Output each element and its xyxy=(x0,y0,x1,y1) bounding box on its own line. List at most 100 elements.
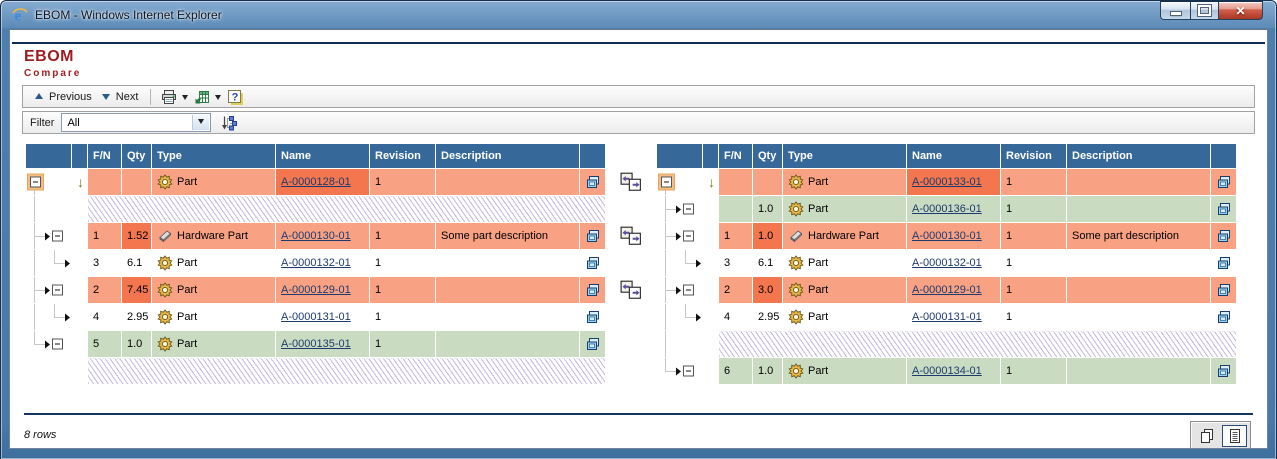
column-header-qty: Qty xyxy=(753,144,783,169)
triangle-icon xyxy=(676,367,681,375)
print-row-icon[interactable] xyxy=(1216,255,1232,271)
triangle-icon xyxy=(696,259,701,267)
bom-table-right: F/N Qty Type Name Revision Description ↓… xyxy=(656,143,1237,385)
part-icon xyxy=(788,363,804,379)
part-name-link[interactable]: A-0000131-01 xyxy=(912,311,982,323)
print-button[interactable] xyxy=(158,87,179,106)
column-header-fn: F/N xyxy=(88,144,122,169)
print-row-icon[interactable] xyxy=(1216,228,1232,244)
print-row-icon[interactable] xyxy=(1216,309,1232,325)
print-row-icon[interactable] xyxy=(585,309,601,325)
part-name-link[interactable]: A-0000132-01 xyxy=(912,257,982,269)
column-header-qty: Qty xyxy=(122,144,152,169)
page-top-divider xyxy=(12,42,1265,44)
print-dropdown-arrow[interactable] xyxy=(182,95,188,103)
part-name-link[interactable]: A-0000135-01 xyxy=(281,338,351,350)
part-icon xyxy=(157,174,173,190)
print-row-icon[interactable] xyxy=(585,282,601,298)
footer: 8 rows xyxy=(24,421,1251,449)
part-name-link[interactable]: A-0000132-01 xyxy=(281,257,351,269)
merge-row-button[interactable] xyxy=(620,172,642,192)
part-name-link[interactable]: A-0000130-01 xyxy=(912,230,982,242)
tree-column-header xyxy=(26,144,72,169)
rows-count: 8 rows xyxy=(24,429,56,441)
print-row-icon[interactable] xyxy=(585,255,601,271)
previous-button[interactable]: Previous xyxy=(30,90,97,104)
close-button[interactable]: ✕ xyxy=(1218,1,1263,20)
tree-collapse-toggle[interactable] xyxy=(676,285,694,296)
minus-box-icon xyxy=(683,231,694,242)
placeholder-row xyxy=(26,358,606,385)
page-header: EBOM Compare xyxy=(24,48,1267,79)
placeholder-row xyxy=(26,196,606,223)
print-row-icon[interactable] xyxy=(1216,363,1232,379)
part-icon xyxy=(788,201,804,217)
part-name-link[interactable]: A-0000129-01 xyxy=(281,284,351,296)
tree-collapse-toggle[interactable] xyxy=(45,285,63,296)
triangle-icon xyxy=(676,205,681,213)
single-view-button[interactable] xyxy=(1222,425,1247,447)
table-header-row: F/N Qty Type Name Revision Description xyxy=(26,144,606,169)
print-row-icon[interactable] xyxy=(1216,201,1232,217)
next-button[interactable]: Next xyxy=(97,90,144,104)
part-name-link[interactable]: A-0000130-01 xyxy=(281,230,351,242)
part-name-link[interactable]: A-0000128-01 xyxy=(281,176,351,188)
tree-collapse-toggle[interactable] xyxy=(659,175,674,190)
footer-divider xyxy=(24,413,1253,415)
column-header-fn: F/N xyxy=(719,144,753,169)
table-row: 5 1.0 Part A-0000135-01 1 xyxy=(26,331,606,358)
part-name-link[interactable]: A-0000136-01 xyxy=(912,203,982,215)
filter-select[interactable]: All xyxy=(61,113,211,132)
triangle-icon xyxy=(676,286,681,294)
tree-collapse-toggle[interactable] xyxy=(45,231,63,242)
compare-view-button[interactable] xyxy=(1194,425,1219,447)
triangle-icon xyxy=(696,313,701,321)
print-row-icon[interactable] xyxy=(585,228,601,244)
internet-explorer-icon xyxy=(12,7,28,23)
table-row: 4 2.95 Part A-0000131-01 1 xyxy=(657,304,1237,331)
table-row: 3 6.1 Part A-0000132-01 1 xyxy=(657,250,1237,277)
maximize-button[interactable] xyxy=(1190,1,1219,20)
browser-window: EBOM - Windows Internet Explorer ✕ EBOM … xyxy=(0,0,1277,459)
page-title: EBOM xyxy=(24,48,1267,66)
tree-collapse-toggle[interactable] xyxy=(676,231,694,242)
part-name-link[interactable]: A-0000129-01 xyxy=(912,284,982,296)
sort-structure-button[interactable] xyxy=(220,115,238,131)
table-row: ↓ Part A-0000133-01 1 xyxy=(657,169,1237,196)
merge-row-button[interactable] xyxy=(620,280,642,300)
hatched-placeholder xyxy=(719,331,1237,358)
print-row-icon[interactable] xyxy=(585,174,601,190)
tree-column-header xyxy=(657,144,703,169)
table-row: 3 6.1 Part A-0000132-01 1 xyxy=(26,250,606,277)
toolbar-separator xyxy=(150,89,151,105)
filter-dropdown-button[interactable] xyxy=(192,115,209,130)
part-name-link[interactable]: A-0000133-01 xyxy=(912,176,982,188)
tree-collapse-toggle[interactable] xyxy=(676,204,694,215)
part-icon xyxy=(788,255,804,271)
triangle-icon xyxy=(45,286,50,294)
export-dropdown-arrow[interactable] xyxy=(215,95,221,103)
minus-box-icon xyxy=(683,285,694,296)
print-row-icon[interactable] xyxy=(585,336,601,352)
tree-collapse-toggle[interactable] xyxy=(45,339,63,350)
title-bar: EBOM - Windows Internet Explorer xyxy=(1,1,1276,29)
part-name-link[interactable]: A-0000134-01 xyxy=(912,365,982,377)
page-subtitle: Compare xyxy=(24,68,1267,79)
minimize-button[interactable] xyxy=(1160,1,1191,20)
help-button[interactable] xyxy=(224,87,245,106)
tree-collapse-toggle[interactable] xyxy=(28,175,43,190)
minus-box-icon xyxy=(683,204,694,215)
maximize-icon xyxy=(1198,5,1211,16)
minus-box-icon xyxy=(683,366,694,377)
pages-icon xyxy=(1199,428,1215,444)
tree-collapse-toggle[interactable] xyxy=(676,366,694,377)
print-row-icon[interactable] xyxy=(1216,174,1232,190)
column-header-name: Name xyxy=(907,144,1001,169)
hardware-part-icon xyxy=(788,228,804,244)
export-button[interactable] xyxy=(191,87,212,106)
part-name-link[interactable]: A-0000131-01 xyxy=(281,311,351,323)
minus-box-icon xyxy=(52,285,63,296)
merge-row-button[interactable] xyxy=(620,226,642,246)
chevron-down-icon xyxy=(198,119,204,127)
print-row-icon[interactable] xyxy=(1216,282,1232,298)
